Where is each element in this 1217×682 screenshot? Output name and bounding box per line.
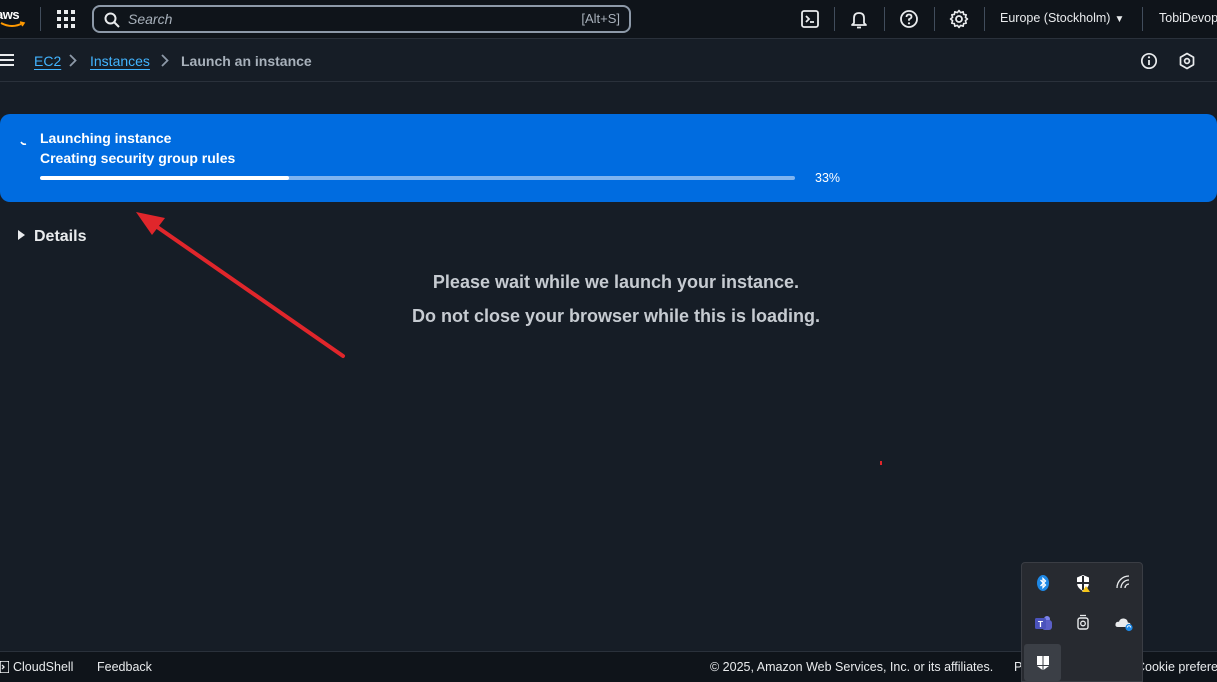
breadcrumb-ec2[interactable]: EC2: [34, 53, 61, 69]
aws-logo-text: aws: [0, 7, 20, 22]
settings-hexagon-icon[interactable]: [1178, 52, 1196, 70]
caret-down-icon: ▼: [1114, 14, 1125, 25]
cookie-preferences-link[interactable]: Cookie prefere: [1136, 660, 1217, 674]
bluetooth-icon[interactable]: [1033, 573, 1053, 593]
cloudshell-link[interactable]: CloudShell: [13, 660, 73, 674]
breadcrumb-instances[interactable]: Instances: [90, 53, 150, 69]
search-input[interactable]: [128, 9, 548, 29]
feedback-link[interactable]: Feedback: [97, 660, 152, 674]
svg-text:T: T: [1038, 619, 1044, 629]
account-menu[interactable]: TobiDevop: [1159, 11, 1217, 25]
search-icon: [104, 12, 120, 28]
nav-divider: [984, 7, 985, 31]
banner-title: Launching instance: [40, 130, 172, 146]
copyright-text: © 2025, Amazon Web Services, Inc. or its…: [710, 660, 994, 674]
aws-logo[interactable]: aws: [0, 4, 26, 32]
caret-right-icon: [18, 230, 25, 240]
breadcrumb-current: Launch an instance: [181, 53, 312, 69]
app-icon[interactable]: [1033, 653, 1053, 673]
teams-icon[interactable]: T: [1033, 613, 1053, 633]
info-icon[interactable]: [1140, 52, 1158, 70]
region-label: Europe (Stockholm): [1000, 11, 1111, 25]
gear-icon[interactable]: [949, 9, 969, 29]
menu-icon[interactable]: [0, 53, 14, 72]
nav-divider: [834, 7, 835, 31]
help-icon[interactable]: [899, 9, 919, 29]
chevron-right-icon: [69, 54, 77, 67]
bell-icon[interactable]: [849, 9, 869, 29]
details-expander[interactable]: Details: [18, 228, 86, 246]
progress-bar-fill: [40, 176, 290, 180]
chevron-right-icon: [161, 54, 169, 67]
nav-divider: [884, 7, 885, 31]
progress-percent: 33%: [815, 171, 841, 185]
region-selector[interactable]: Europe (Stockholm) ▼: [1000, 11, 1124, 25]
breadcrumb-bar: EC2 Instances Launch an instance: [0, 40, 1217, 82]
banner-subtitle: Creating security group rules: [40, 150, 236, 166]
wait-message-line-1: Please wait while we launch your instanc…: [432, 272, 800, 292]
search-box[interactable]: [Alt+S]: [92, 5, 631, 33]
progress-bar: [40, 176, 795, 180]
cloudshell-icon[interactable]: [800, 9, 820, 29]
search-shortcut-hint: [Alt+S]: [581, 11, 620, 26]
wifi-icon[interactable]: [1114, 573, 1134, 593]
services-grid-icon[interactable]: [56, 9, 76, 29]
wait-message-line-2: Do not close your browser while this is …: [411, 306, 821, 326]
top-navigation: aws [Alt+S]: [0, 0, 1217, 39]
system-tray-overflow: T: [1021, 562, 1143, 682]
nav-divider: [40, 7, 41, 31]
nav-divider: [1142, 7, 1143, 31]
spinner-icon: [20, 141, 27, 146]
cloudshell-icon: [0, 661, 9, 673]
nav-divider: [934, 7, 935, 31]
camera-icon[interactable]: [1073, 613, 1093, 633]
cloud-sync-icon[interactable]: [1114, 613, 1134, 633]
security-shield-icon[interactable]: [1073, 573, 1093, 593]
details-label: Details: [34, 228, 87, 245]
